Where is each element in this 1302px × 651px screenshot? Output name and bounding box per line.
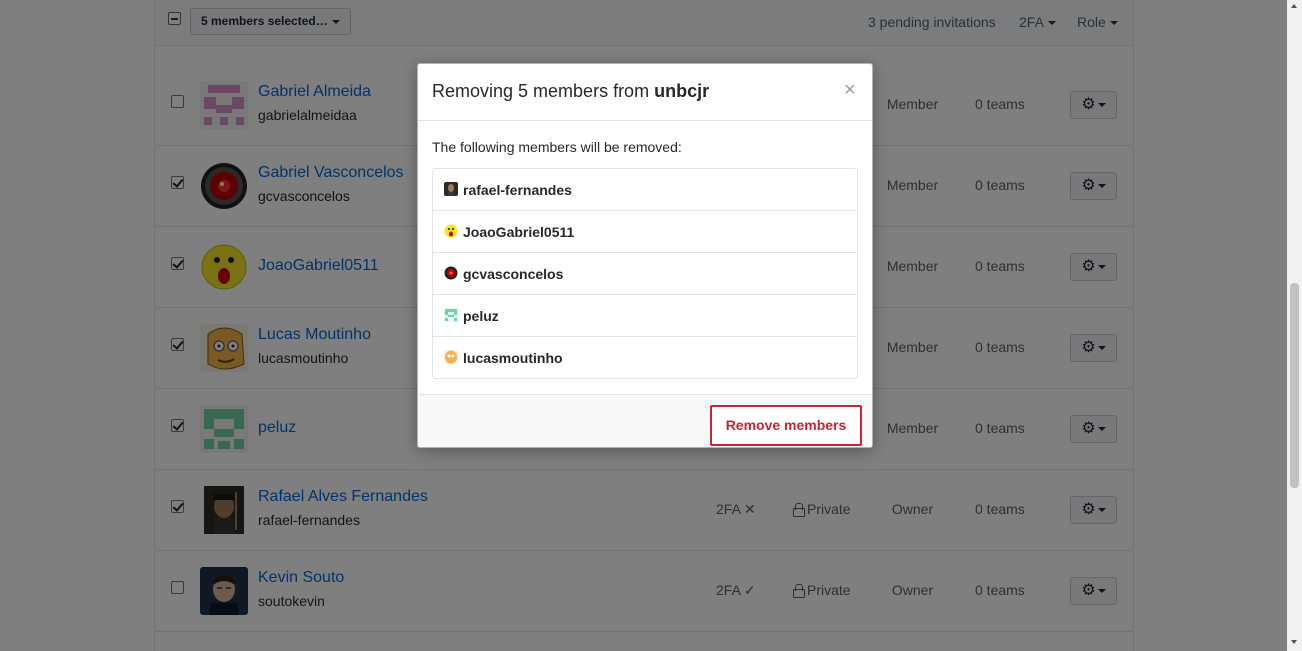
remove-members-dialog: Removing 5 members from unbcjr × The fol… — [417, 63, 873, 448]
removed-member-login: rafael-fernandes — [463, 182, 572, 198]
dialog-title-prefix: Removing 5 members from — [432, 81, 655, 101]
close-icon[interactable]: × — [844, 80, 856, 100]
removed-member-login: lucasmoutinho — [463, 350, 563, 366]
removed-member-login: JoaoGabriel0511 — [463, 224, 575, 240]
removed-member-login: gcvasconcelos — [463, 266, 564, 282]
avatar — [444, 224, 458, 238]
dialog-footer: Remove members — [418, 394, 872, 447]
scroll-down-arrow-icon[interactable] — [1291, 640, 1297, 644]
dialog-title: Removing 5 members from unbcjr — [432, 81, 709, 102]
list-item: JoaoGabriel0511 — [433, 211, 857, 253]
scrollbar-thumb[interactable] — [1290, 283, 1299, 488]
removed-member-login: peluz — [463, 308, 499, 324]
remove-members-button[interactable]: Remove members — [710, 405, 862, 446]
list-item: gcvasconcelos — [433, 253, 857, 295]
dialog-header: Removing 5 members from unbcjr × — [418, 64, 872, 121]
removed-members-list: rafael-fernandes JoaoGabriel0511 gcvasco… — [432, 168, 858, 379]
avatar — [444, 182, 458, 196]
page-scrollbar[interactable] — [1287, 0, 1302, 651]
list-item: lucasmoutinho — [433, 337, 857, 378]
list-item: peluz — [433, 295, 857, 337]
list-item: rafael-fernandes — [433, 169, 857, 211]
avatar — [444, 308, 458, 322]
avatar — [444, 350, 458, 364]
avatar — [444, 266, 458, 280]
dialog-intro-text: The following members will be removed: — [432, 139, 682, 155]
scroll-up-arrow-icon[interactable] — [1291, 4, 1297, 8]
organization-name: unbcjr — [654, 81, 710, 101]
